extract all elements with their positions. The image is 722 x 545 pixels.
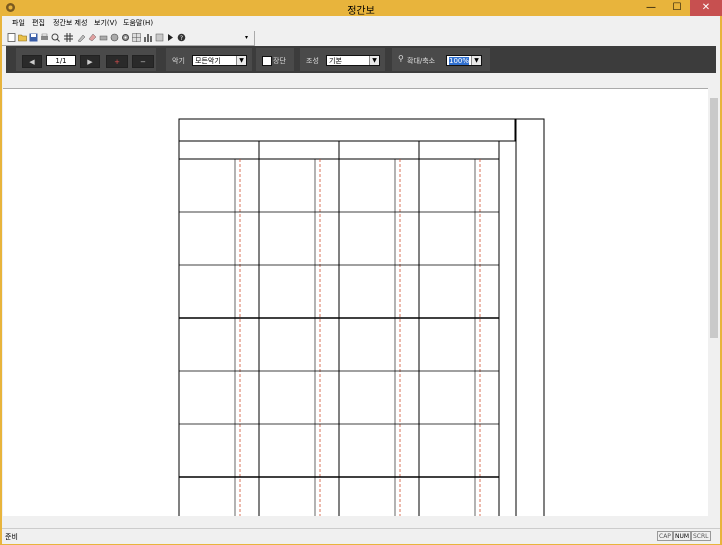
- chevron-down-icon: ▼: [471, 56, 481, 65]
- printer-icon[interactable]: [99, 33, 108, 42]
- app-frame: 파일 편집 정간보 제성 보기(V) 도움말(H) ? ▾ ◀ 1/1 ▶ + …: [2, 16, 720, 544]
- globe-icon[interactable]: [110, 33, 119, 42]
- window-title: 정간보: [347, 6, 375, 17]
- instrument-group: 악기 모든악기 ▼: [166, 48, 252, 71]
- close-button[interactable]: ✕: [690, 0, 722, 16]
- eraser-icon[interactable]: [88, 33, 97, 42]
- zoom-label: 확대/축소: [407, 57, 436, 65]
- jeonggan-toolbar: ◀ 1/1 ▶ + − 악기 모든악기 ▼ 장단 조성 기본 ▼ ⚲ 확대/축소 1…: [6, 46, 716, 73]
- gear-icon[interactable]: [121, 33, 130, 42]
- num-indicator: NUM: [673, 531, 692, 541]
- sheet-header-box: [178, 118, 516, 142]
- instrument-label: 악기: [172, 57, 185, 65]
- minimize-button[interactable]: —: [638, 0, 664, 16]
- document-area[interactable]: [3, 88, 708, 516]
- zoom-value: 100%: [449, 57, 470, 65]
- vertical-scrollbar[interactable]: [708, 88, 720, 515]
- table-icon[interactable]: [132, 33, 141, 42]
- zoom-group: ⚲ 확대/축소 100% ▼: [392, 48, 490, 71]
- next-page-button[interactable]: ▶: [80, 55, 100, 68]
- josung-select[interactable]: 기본 ▼: [326, 55, 380, 66]
- grid-icon[interactable]: [64, 33, 73, 42]
- scrl-indicator: SCRL: [691, 531, 711, 541]
- add-page-icon: +: [114, 58, 120, 66]
- standard-toolbar: ? ▾: [2, 31, 255, 46]
- page-indicator: 1/1: [46, 55, 76, 66]
- maximize-button[interactable]: ☐: [664, 0, 690, 16]
- instrument-value: 모든악기: [195, 57, 221, 65]
- page-nav-group: ◀ 1/1 ▶ + −: [16, 48, 156, 71]
- scrollbar-thumb[interactable]: [710, 98, 718, 338]
- status-bar: 준비 CAP NUM SCRL: [2, 528, 720, 544]
- new-icon[interactable]: [7, 33, 16, 42]
- remove-page-icon: −: [140, 58, 146, 66]
- menu-view[interactable]: 보기(V): [94, 18, 117, 28]
- print-icon[interactable]: [40, 33, 49, 42]
- josung-value: 기본: [329, 57, 342, 65]
- prev-page-button[interactable]: ◀: [22, 55, 42, 68]
- menu-bar: 파일 편집 정간보 제성 보기(V) 도움말(H): [2, 16, 720, 30]
- toolbar-overflow-icon[interactable]: ▾: [245, 34, 248, 41]
- add-page-button[interactable]: +: [106, 55, 128, 68]
- search-icon: ⚲: [398, 54, 404, 63]
- save-icon[interactable]: [29, 33, 38, 42]
- menu-edit[interactable]: 편집: [32, 18, 45, 28]
- help-icon[interactable]: ?: [177, 33, 186, 42]
- jeonggan-sheet: [178, 118, 545, 516]
- svg-text:?: ?: [180, 35, 183, 42]
- chart-icon[interactable]: [143, 33, 152, 42]
- status-text: 준비: [5, 533, 18, 541]
- play-icon[interactable]: [166, 33, 175, 42]
- jangdan-group: 장단: [256, 48, 294, 71]
- brush-icon[interactable]: [77, 33, 86, 42]
- remove-page-button[interactable]: −: [132, 55, 154, 68]
- book-icon[interactable]: [155, 33, 164, 42]
- title-bar: 정간보 — ☐ ✕: [0, 0, 722, 17]
- jangdan-label: 장단: [273, 57, 286, 65]
- josung-group: 조성 기본 ▼: [300, 48, 385, 71]
- instrument-select[interactable]: 모든악기 ▼: [192, 55, 247, 66]
- jangdan-checkbox[interactable]: [262, 56, 272, 66]
- menu-help[interactable]: 도움말(H): [123, 18, 153, 28]
- menu-jeonggan[interactable]: 정간보 제성: [53, 18, 87, 28]
- josung-label: 조성: [306, 57, 319, 65]
- zoom-select[interactable]: 100% ▼: [446, 55, 482, 66]
- chevron-down-icon: ▼: [236, 56, 246, 65]
- menu-file[interactable]: 파일: [12, 18, 25, 28]
- open-icon[interactable]: [18, 33, 27, 42]
- sheet-side-column: [515, 118, 545, 516]
- cap-indicator: CAP: [657, 531, 673, 541]
- chevron-down-icon: ▼: [369, 56, 379, 65]
- preview-icon[interactable]: [51, 33, 60, 42]
